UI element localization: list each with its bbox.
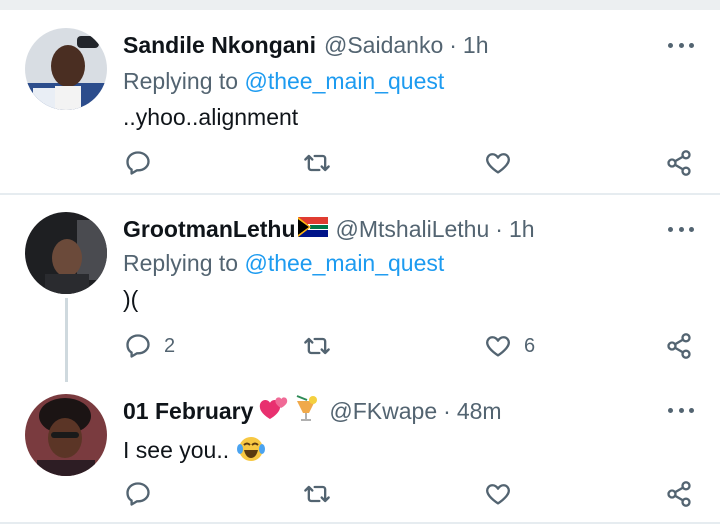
tweet-text: ..yhoo..alignment: [123, 104, 299, 130]
share-icon: [667, 150, 691, 176]
separator-dot: ·: [495, 215, 503, 242]
display-name[interactable]: GrootmanLethu: [123, 216, 296, 243]
replying-to: Replying to @thee_main_quest: [123, 250, 444, 277]
mention-link[interactable]: @thee_main_quest: [244, 250, 444, 276]
avatar[interactable]: [25, 28, 107, 110]
display-name[interactable]: 01 February: [123, 398, 253, 425]
like-button[interactable]: [484, 148, 524, 178]
reply-icon: [126, 151, 150, 175]
like-count: 6: [524, 334, 536, 357]
like-button[interactable]: [484, 479, 524, 509]
like-icon: [486, 336, 510, 357]
top-separator: [0, 0, 720, 10]
retweet-button[interactable]: [303, 148, 331, 178]
separator-dot: ·: [449, 31, 457, 58]
avatar[interactable]: [25, 394, 107, 476]
display-name[interactable]: Sandile Nkongani: [123, 32, 316, 59]
tweet-2[interactable]: GrootmanLethu @MtshaliLethu · 1h Replyin…: [0, 212, 720, 372]
like-icon: [486, 153, 510, 174]
tropical-drink-icon: [293, 393, 319, 429]
retweet-button[interactable]: [303, 331, 331, 361]
retweet-icon: [304, 485, 330, 503]
like-icon: [486, 484, 510, 505]
action-bar: [0, 479, 720, 509]
like-button[interactable]: 6: [484, 331, 535, 361]
reply-button[interactable]: [124, 148, 164, 178]
divider: [0, 522, 720, 524]
avatar[interactable]: [25, 212, 107, 294]
replying-prefix: Replying to: [123, 68, 239, 94]
tweet-header: 01 February @FKwape · 48m: [123, 393, 502, 429]
more-icon[interactable]: [668, 406, 694, 414]
tweet-header: Sandile Nkongani @Saidanko · 1h: [123, 30, 489, 60]
mention-link[interactable]: @thee_main_quest: [244, 68, 444, 94]
reply-icon: [126, 334, 150, 358]
tweet-3[interactable]: 01 February @FKwape · 48m I see you..: [0, 394, 720, 519]
share-icon: [667, 481, 691, 507]
divider: [0, 193, 720, 195]
reply-button[interactable]: [124, 479, 164, 509]
tweet-1[interactable]: Sandile Nkongani @Saidanko · 1h Replying…: [0, 28, 720, 193]
action-bar: 2 6: [0, 331, 720, 361]
user-handle[interactable]: @MtshaliLethu: [336, 216, 490, 243]
tweet-header: GrootmanLethu @MtshaliLethu · 1h: [123, 214, 535, 244]
timestamp[interactable]: 1h: [463, 32, 489, 59]
share-button[interactable]: [665, 148, 693, 178]
more-icon[interactable]: [668, 225, 694, 233]
share-icon: [667, 333, 691, 359]
reply-button[interactable]: 2: [124, 331, 175, 361]
more-icon[interactable]: [668, 41, 694, 49]
tears-of-joy-emoji-icon: [236, 434, 266, 470]
retweet-button[interactable]: [303, 479, 331, 509]
retweet-icon: [304, 337, 330, 355]
replying-prefix: Replying to: [123, 250, 239, 276]
action-bar: [0, 148, 720, 178]
timestamp[interactable]: 48m: [457, 398, 502, 425]
share-button[interactable]: [665, 331, 693, 361]
user-handle[interactable]: @Saidanko: [324, 32, 443, 59]
retweet-icon: [304, 154, 330, 172]
reply-count: 2: [164, 334, 176, 357]
tweet-text: )(: [123, 286, 139, 312]
south-africa-flag-icon: [297, 216, 328, 243]
user-handle[interactable]: @FKwape: [329, 398, 437, 425]
reply-icon: [126, 482, 150, 506]
share-button[interactable]: [665, 479, 693, 509]
separator-dot: ·: [443, 397, 451, 424]
timestamp[interactable]: 1h: [509, 216, 535, 243]
tweet-text: I see you..: [123, 434, 266, 470]
replying-to: Replying to @thee_main_quest: [123, 68, 444, 95]
tweet-text-content: I see you..: [123, 437, 230, 464]
heart-emoji-icon: [259, 394, 289, 428]
